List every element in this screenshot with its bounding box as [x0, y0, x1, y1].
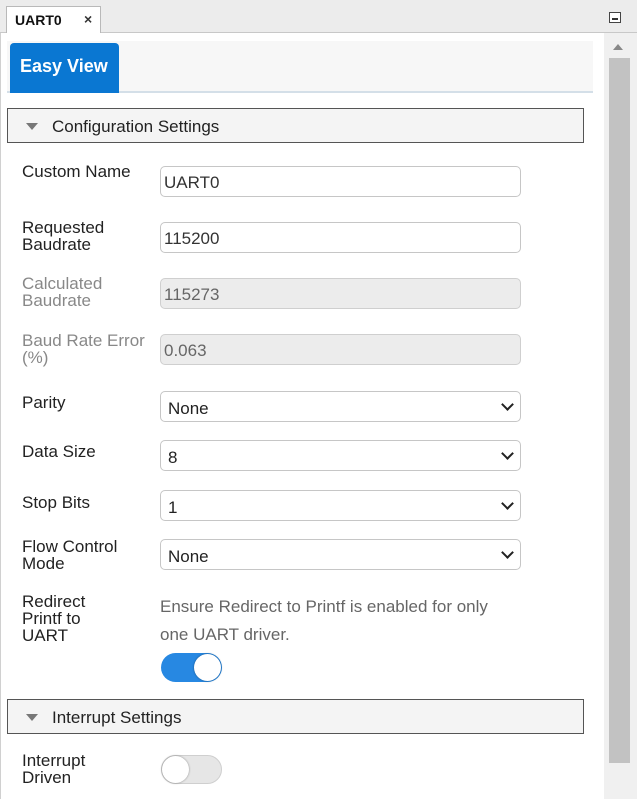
baud-rate-error-label: Baud Rate Error (%)	[22, 331, 145, 367]
chevron-down-icon	[501, 447, 514, 460]
caret-down-icon	[26, 123, 38, 130]
data-size-label: Data Size	[22, 442, 96, 461]
baud-rate-error-field: 0.063	[160, 334, 521, 365]
chevron-down-icon	[501, 546, 514, 559]
data-size-value: 8	[168, 448, 178, 467]
scrollbar-thumb[interactable]	[609, 58, 630, 763]
stop-bits-value: 1	[168, 498, 178, 517]
calculated-baudrate-label: Calculated Baudrate	[22, 274, 103, 310]
parity-select[interactable]: None	[160, 391, 521, 422]
requested-baudrate-label: Requested Baudrate	[22, 218, 105, 254]
minimize-icon[interactable]	[609, 12, 621, 23]
interrupt-settings-header[interactable]: Interrupt Settings	[7, 699, 584, 734]
data-size-select[interactable]: 8	[160, 440, 521, 471]
editor-tab-strip: UART0 ×	[0, 0, 637, 33]
vertical-scrollbar[interactable]	[604, 33, 637, 799]
flow-control-label: Flow Control Mode	[22, 537, 118, 573]
flow-control-value: None	[168, 547, 209, 566]
section-title: Interrupt Settings	[52, 708, 182, 727]
interrupt-driven-toggle[interactable]	[161, 755, 222, 784]
parity-label: Parity	[22, 393, 66, 412]
toggle-knob	[162, 756, 189, 783]
close-icon[interactable]: ×	[84, 11, 92, 27]
stop-bits-select[interactable]: 1	[160, 490, 521, 521]
redirect-printf-toggle[interactable]	[161, 653, 222, 682]
redirect-printf-info: Ensure Redirect to Printf is enabled for…	[160, 597, 488, 644]
configuration-settings-header[interactable]: Configuration Settings	[7, 108, 584, 143]
interrupt-driven-label: Interrupt Driven	[22, 751, 86, 787]
tab-uart0[interactable]: UART0 ×	[6, 6, 101, 33]
scroll-up-icon[interactable]	[613, 44, 623, 50]
toggle-knob	[194, 654, 221, 681]
tab-title: UART0	[15, 12, 62, 28]
chevron-down-icon	[501, 497, 514, 510]
settings-panel: Easy View Configuration Settings Custom …	[0, 33, 637, 799]
parity-value: None	[168, 399, 209, 418]
chevron-down-icon	[501, 398, 514, 411]
requested-baudrate-input[interactable]: 115200	[160, 222, 521, 253]
view-tab-bar: Easy View	[7, 41, 593, 93]
flow-control-select[interactable]: None	[160, 539, 521, 570]
redirect-printf-label: Redirect Printf to UART	[22, 592, 86, 645]
custom-name-label: Custom Name	[22, 162, 131, 181]
section-title: Configuration Settings	[52, 117, 220, 136]
calculated-baudrate-field: 115273	[160, 278, 521, 309]
custom-name-input[interactable]: UART0	[160, 166, 521, 197]
caret-down-icon	[26, 714, 38, 721]
tab-easy-view[interactable]: Easy View	[10, 43, 119, 93]
stop-bits-label: Stop Bits	[22, 493, 91, 512]
